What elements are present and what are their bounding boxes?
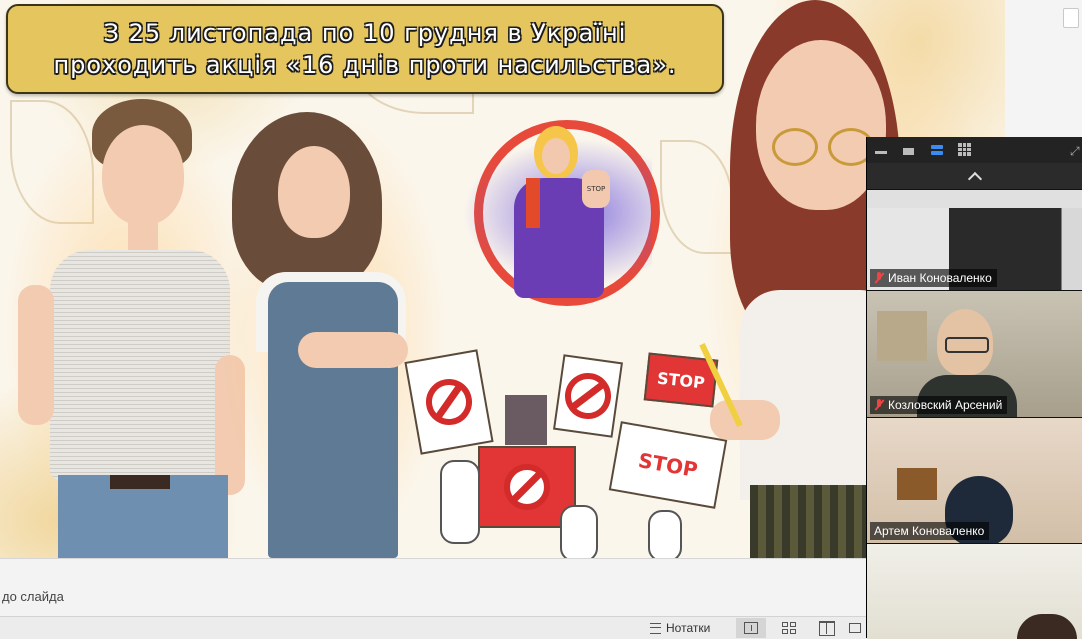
normal-view-icon: [744, 622, 758, 634]
participant-name: Артем Коноваленко: [874, 524, 985, 538]
reading-view-button[interactable]: [812, 618, 842, 638]
vertical-scrollbar-thumb[interactable]: [1063, 8, 1079, 28]
participant-name-tag: Козловский Арсений: [870, 396, 1008, 414]
slide-title-line-2: проходить акція «16 днів проти насильств…: [53, 51, 677, 79]
girl-illustration: [228, 112, 428, 558]
gallery-view-icon[interactable]: [958, 143, 971, 156]
participant-tile[interactable]: Козловский Арсений: [867, 290, 1082, 417]
video-call-panel[interactable]: ⤢ Иван Коноваленко Козловский Арсений Ар…: [866, 137, 1082, 639]
notes-placeholder: до слайда: [2, 589, 64, 604]
mic-muted-icon: [874, 399, 884, 411]
thumbnail-view-icon[interactable]: [903, 148, 914, 155]
slide-canvas[interactable]: STOP STOP STOP З 25 листопада по 10 груд…: [0, 0, 1005, 558]
scroll-up-button[interactable]: [867, 163, 1082, 189]
participant-name: Козловский Арсений: [888, 398, 1003, 412]
minimize-icon[interactable]: [875, 151, 887, 154]
participant-name-tag: Артем Коноваленко: [870, 522, 990, 540]
participant-name-tag: Иван Коноваленко: [870, 269, 997, 287]
hand-illustration: [560, 505, 598, 558]
speaker-view-icon[interactable]: [931, 145, 943, 155]
hand-illustration: [440, 460, 480, 544]
stop-violence-emblem: STOP: [462, 118, 662, 313]
slide-sorter-button[interactable]: [774, 618, 804, 638]
normal-view-button[interactable]: [736, 618, 766, 638]
slide-title-line-1: З 25 листопада по 10 грудня в Україні: [103, 19, 627, 47]
participant-tile[interactable]: [867, 543, 1082, 639]
grid-icon: [782, 622, 796, 634]
notes-pane[interactable]: до слайда: [0, 558, 866, 617]
slide-title-box[interactable]: З 25 листопада по 10 грудня в Україні пр…: [6, 4, 724, 94]
teacher-illustration: [699, 0, 900, 558]
notes-button-label: Нотатки: [666, 621, 711, 635]
no-sign: [553, 354, 623, 438]
dark-sign: [505, 395, 547, 445]
status-bar: Нотатки: [0, 616, 866, 639]
expand-icon[interactable]: ⤢: [1070, 144, 1080, 159]
participant-tile[interactable]: Иван Коноваленко: [867, 189, 1082, 290]
slideshow-icon: [849, 623, 861, 633]
stop-sign-text: STOP: [636, 447, 700, 483]
no-sign: [404, 349, 494, 455]
notes-toggle-button[interactable]: Нотатки: [650, 617, 710, 639]
stop-sign-text: STOP: [656, 368, 706, 392]
video-panel-toolbar: ⤢: [867, 137, 1082, 163]
participant-tile[interactable]: Артем Коноваленко: [867, 417, 1082, 543]
slideshow-button[interactable]: [846, 618, 864, 638]
hand-illustration: [648, 510, 682, 558]
notes-icon: [650, 622, 661, 634]
book-icon: [819, 620, 835, 636]
participant-name: Иван Коноваленко: [888, 271, 992, 285]
mic-muted-icon: [874, 272, 884, 284]
chevron-up-icon: [967, 171, 983, 186]
boy-illustration: [10, 95, 250, 558]
